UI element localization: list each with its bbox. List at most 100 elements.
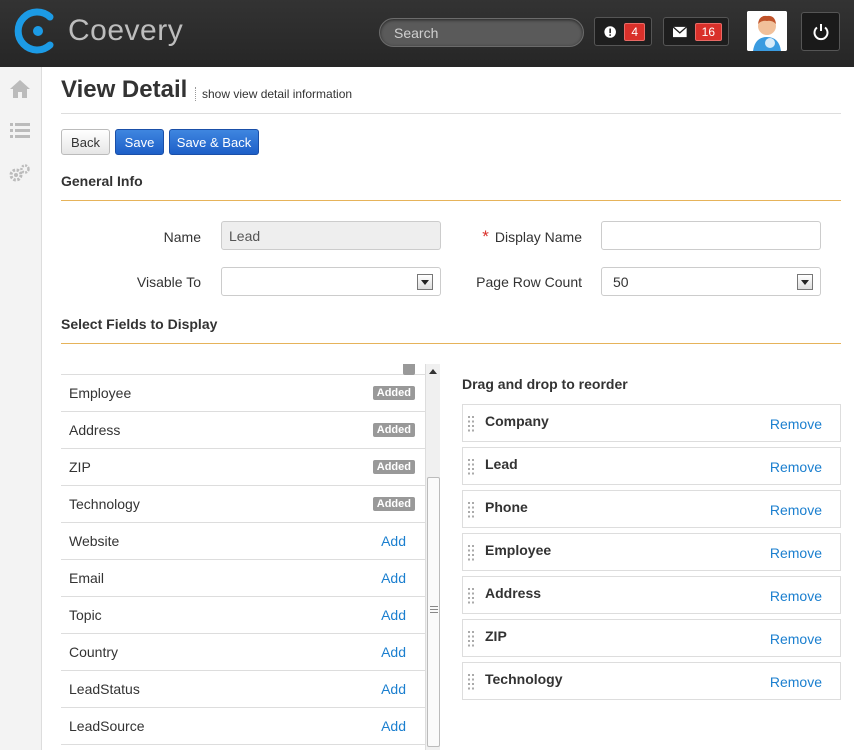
visable-to-select[interactable] (221, 267, 441, 296)
list-item: Website Add (61, 523, 425, 560)
search-input[interactable] (380, 19, 583, 46)
alert-icon (604, 25, 616, 38)
added-badge: Added (372, 460, 415, 474)
section-divider (61, 343, 841, 344)
chevron-down-icon[interactable] (797, 274, 813, 290)
drag-handle-icon[interactable] (468, 674, 474, 690)
add-link[interactable]: Add (381, 644, 406, 660)
drag-handle-icon[interactable] (468, 502, 474, 518)
field-name: Address (69, 422, 121, 438)
drag-handle-icon[interactable] (468, 631, 474, 647)
display-name-label: * Display Name (452, 227, 582, 247)
field-name: Website (69, 533, 120, 549)
save-button[interactable]: Save (115, 129, 164, 155)
visable-to-label: Visable To (136, 274, 201, 290)
remove-link[interactable]: Remove (770, 502, 822, 518)
chevron-down-icon[interactable] (417, 274, 433, 290)
add-link[interactable]: Add (381, 533, 406, 549)
added-badge: · (403, 364, 415, 375)
sortable-item[interactable]: Lead Remove (462, 447, 841, 485)
field-name: Technology (69, 496, 140, 512)
drag-handle-icon[interactable] (468, 416, 474, 432)
field-name: LeadStatus (69, 681, 140, 697)
sortable-item-name: Lead (485, 456, 518, 472)
remove-link[interactable]: Remove (770, 674, 822, 690)
field-name: Employee (69, 385, 132, 401)
field-name: Country (69, 644, 119, 660)
remove-link[interactable]: Remove (770, 588, 822, 604)
list-item: Country Add (61, 634, 425, 671)
select-fields-title: Select Fields to Display (61, 316, 218, 332)
page-row-count-select[interactable]: 50 (601, 267, 821, 296)
home-icon[interactable] (9, 79, 31, 99)
list-item: Topic Add (61, 597, 425, 634)
field-list-scrollbar[interactable] (425, 364, 440, 750)
drag-handle-icon[interactable] (468, 459, 474, 475)
sortable-item[interactable]: Phone Remove (462, 490, 841, 528)
sortable-item-name: Technology (485, 671, 563, 687)
added-badge: Added (372, 497, 415, 511)
remove-link[interactable]: Remove (770, 545, 822, 561)
list-item: ZIP Added (61, 449, 425, 486)
field-name: Topic (69, 607, 102, 623)
list-item: Technology Added (61, 486, 425, 523)
field-name: LeadSource (69, 718, 145, 734)
reorder-title: Drag and drop to reorder (462, 376, 628, 392)
sidebar (0, 67, 42, 750)
field-list: · Employee Added Address Added ZIP Added… (61, 364, 425, 750)
alerts-button[interactable]: 4 (594, 17, 652, 46)
add-link[interactable]: Add (381, 718, 406, 734)
sortable-item[interactable]: Address Remove (462, 576, 841, 614)
required-asterisk: * (482, 227, 489, 246)
sortable-item-name: Address (485, 585, 542, 601)
remove-link[interactable]: Remove (770, 459, 822, 475)
list-item: · (61, 364, 425, 375)
scroll-up-arrow-icon[interactable] (429, 369, 437, 374)
list-item: Email Add (61, 560, 425, 597)
brand-name[interactable]: Coevery (68, 14, 183, 48)
scrollbar-thumb[interactable] (427, 477, 440, 747)
main-content: View Detail show view detail information… (42, 67, 854, 750)
power-button[interactable] (801, 12, 840, 51)
add-link[interactable]: Add (381, 570, 406, 586)
gears-icon[interactable] (9, 163, 31, 183)
display-name-field[interactable] (601, 221, 821, 250)
search-box[interactable] (379, 18, 584, 47)
grip-icon (430, 606, 438, 613)
divider (61, 113, 841, 114)
sortable-item[interactable]: ZIP Remove (462, 619, 841, 657)
page-row-count-value: 50 (613, 273, 629, 290)
remove-link[interactable]: Remove (770, 416, 822, 432)
sortable-item[interactable]: Employee Remove (462, 533, 841, 571)
add-link[interactable]: Add (381, 607, 406, 623)
drag-handle-icon[interactable] (468, 545, 474, 561)
coevery-logo-icon[interactable] (14, 7, 58, 55)
field-name: ZIP (69, 459, 91, 475)
back-button[interactable]: Back (61, 129, 110, 155)
general-info-title: General Info (61, 173, 143, 189)
top-bar: Coevery 4 16 (0, 0, 854, 67)
sortable-item[interactable]: Technology Remove (462, 662, 841, 700)
messages-count-badge: 16 (694, 22, 722, 41)
section-divider (61, 200, 841, 201)
list-item: LeadSource Add (61, 708, 425, 745)
list-icon[interactable] (9, 121, 31, 141)
name-field[interactable]: Lead (221, 221, 441, 250)
name-label: Name (163, 229, 201, 245)
page-row-count-label: Page Row Count (476, 274, 582, 290)
sortable-item-name: Phone (485, 499, 528, 515)
page-title: View Detail (61, 76, 188, 103)
power-icon (813, 23, 828, 40)
messages-button[interactable]: 16 (663, 17, 729, 46)
page-subtitle: show view detail information (195, 87, 352, 101)
sortable-item-name: Company (485, 413, 549, 429)
alerts-count-badge: 4 (624, 22, 645, 41)
added-badge: Added (372, 386, 415, 400)
drag-handle-icon[interactable] (468, 588, 474, 604)
add-link[interactable]: Add (381, 681, 406, 697)
user-avatar[interactable] (747, 11, 787, 51)
sortable-item[interactable]: Company Remove (462, 404, 841, 442)
save-back-button[interactable]: Save & Back (169, 129, 259, 155)
remove-link[interactable]: Remove (770, 631, 822, 647)
display-name-label-text: Display Name (494, 229, 582, 245)
